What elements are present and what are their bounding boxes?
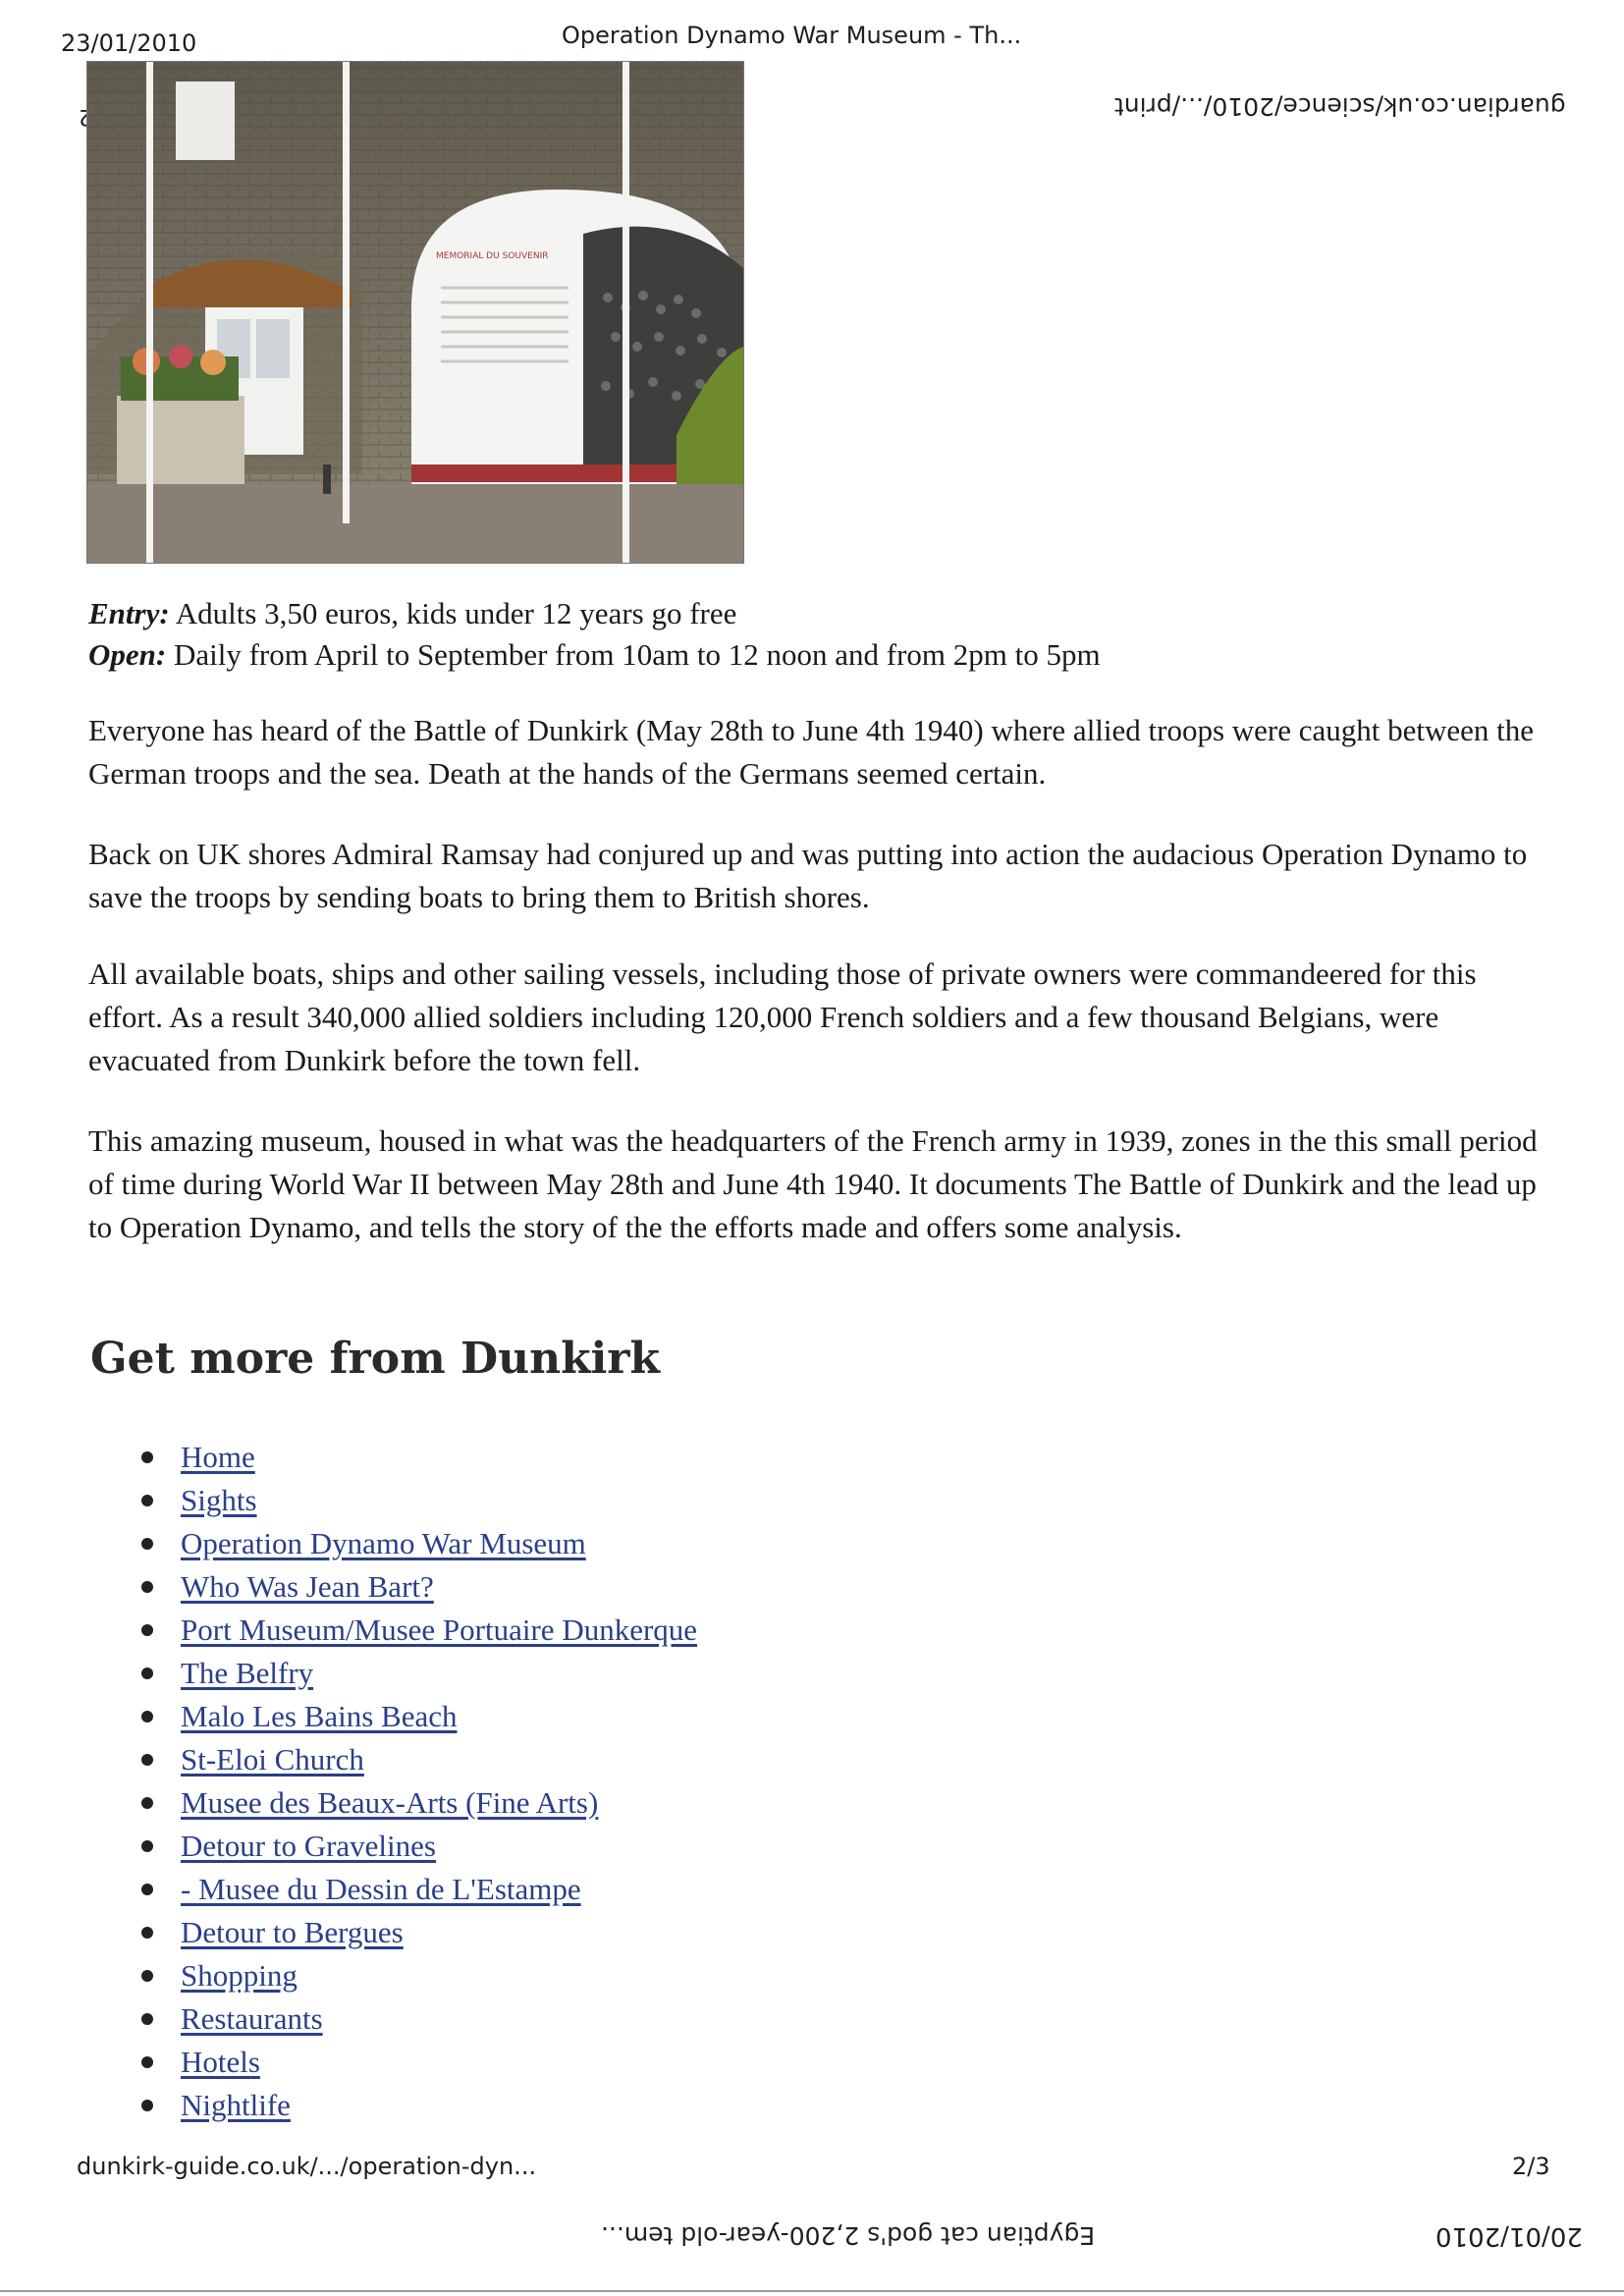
dunkirk-link[interactable]: Operation Dynamo War Museum xyxy=(181,1526,586,1560)
bullet-icon xyxy=(141,1884,153,1895)
dunkirk-link[interactable]: Musee des Beaux-Arts (Fine Arts) xyxy=(181,1785,598,1820)
bullet-icon xyxy=(141,1451,153,1463)
dunkirk-link[interactable]: Shopping xyxy=(181,1958,298,1993)
paragraph-museum: This amazing museum, housed in what was … xyxy=(88,1123,1538,1244)
paragraph-ramsay: Back on UK shores Admiral Ramsay had con… xyxy=(88,837,1528,914)
dunkirk-link[interactable]: - Musee du Dessin de L'Estampe xyxy=(181,1872,581,1906)
bullet-icon xyxy=(141,1624,153,1636)
list-item: Restaurants xyxy=(135,1997,697,2041)
print-page-title: Operation Dynamo War Museum - Th... xyxy=(562,22,1022,49)
footer-page-number: 2/3 xyxy=(1512,2153,1550,2180)
dunkirk-link[interactable]: Malo Les Bains Beach xyxy=(181,1699,458,1733)
open-label: Open: xyxy=(88,637,167,672)
section-title: Get more from Dunkirk xyxy=(90,1334,660,1384)
dunkirk-link[interactable]: St-Eloi Church xyxy=(181,1742,364,1777)
bullet-icon xyxy=(141,1797,153,1809)
open-line: Open: Daily from April to September from… xyxy=(88,634,1101,676)
list-item: Who Was Jean Bart? xyxy=(135,1565,697,1609)
flipped-header-url: guardian.co.uk/science/2010/.../print xyxy=(1114,92,1566,121)
list-item: Malo Les Bains Beach xyxy=(135,1695,697,1738)
list-item: The Belfry xyxy=(135,1652,697,1695)
paragraph-battle: Everyone has heard of the Battle of Dunk… xyxy=(88,713,1535,791)
list-item: Musee des Beaux-Arts (Fine Arts) xyxy=(135,1781,697,1825)
dunkirk-link[interactable]: Detour to Gravelines xyxy=(181,1829,436,1863)
dunkirk-link[interactable]: Restaurants xyxy=(181,2001,323,2036)
museum-photo: MEMORIAL DU SOUVENIR xyxy=(86,61,744,564)
list-item: Detour to Gravelines xyxy=(135,1825,697,1868)
list-item: Shopping xyxy=(135,1954,697,1997)
bullet-icon xyxy=(141,2013,153,2025)
bullet-icon xyxy=(141,1711,153,1722)
list-item: - Musee du Dessin de L'Estampe xyxy=(135,1868,697,1911)
bullet-icon xyxy=(141,1538,153,1550)
list-item: Detour to Bergues xyxy=(135,1911,697,1954)
dunkirk-link[interactable]: Nightlife xyxy=(181,2088,291,2122)
bullet-icon xyxy=(141,1495,153,1506)
list-item: Nightlife xyxy=(135,2084,697,2127)
list-item: Sights xyxy=(135,1479,697,1522)
bullet-icon xyxy=(141,2056,153,2068)
dunkirk-link[interactable]: The Belfry xyxy=(181,1656,313,1690)
list-item: Hotels xyxy=(135,2041,697,2084)
flipped-footer-title: Egyptian cat god's 2,200-year-old tem... xyxy=(601,2221,1096,2250)
dunkirk-link[interactable]: Port Museum/Musee Portuaire Dunkerque xyxy=(181,1613,697,1647)
dunkirk-links-list: Home Sights Operation Dynamo War Museum Who… xyxy=(135,1436,697,2127)
bullet-icon xyxy=(141,1927,153,1939)
bullet-icon xyxy=(141,1970,153,1982)
dunkirk-link[interactable]: Detour to Bergues xyxy=(181,1915,404,1949)
dunkirk-link[interactable]: Who Was Jean Bart? xyxy=(181,1569,434,1604)
list-item: Port Museum/Musee Portuaire Dunkerque xyxy=(135,1609,697,1652)
bullet-icon xyxy=(141,2100,153,2111)
dunkirk-link[interactable]: Home xyxy=(181,1440,255,1474)
list-item: Operation Dynamo War Museum xyxy=(135,1522,697,1565)
entry-text: Adults 3,50 euros, kids under 12 years g… xyxy=(169,596,737,630)
photo-sign-text: MEMORIAL DU SOUVENIR xyxy=(436,251,549,261)
bullet-icon xyxy=(141,1667,153,1679)
open-text: Daily from April to September from 10am … xyxy=(166,637,1101,672)
bullet-icon xyxy=(141,1754,153,1766)
dunkirk-link[interactable]: Sights xyxy=(181,1483,257,1517)
footer-url: dunkirk-guide.co.uk/.../operation-dyn... xyxy=(77,2153,537,2180)
dunkirk-link[interactable]: Hotels xyxy=(181,2045,260,2079)
list-item: Home xyxy=(135,1436,697,1479)
entry-label: Entry: xyxy=(88,596,170,630)
bullet-icon xyxy=(141,1581,153,1593)
list-item: St-Eloi Church xyxy=(135,1738,697,1781)
bullet-icon xyxy=(141,1840,153,1852)
scan-edge xyxy=(0,2290,1624,2292)
entry-line: Entry: Adults 3,50 euros, kids under 12 … xyxy=(88,593,736,634)
print-date: 23/01/2010 xyxy=(61,29,197,57)
flipped-footer-date: 20/01/2010 xyxy=(1435,2221,1583,2251)
paragraph-evacuation: All available boats, ships and other sai… xyxy=(88,957,1477,1077)
